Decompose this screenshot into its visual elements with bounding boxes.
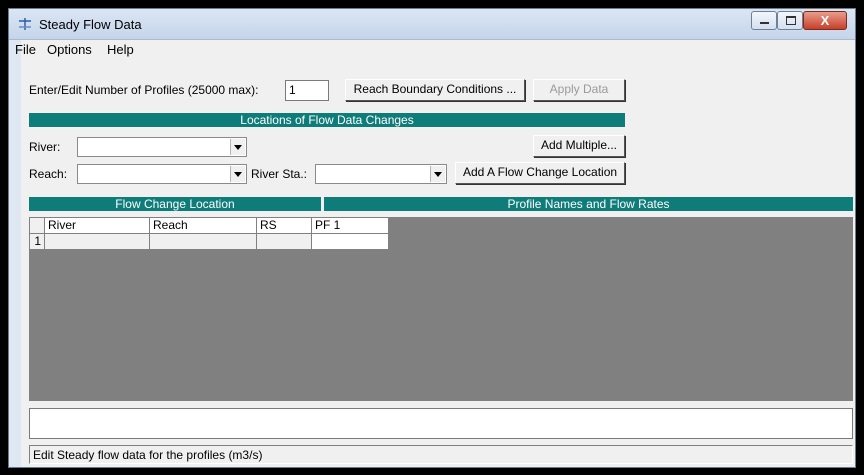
table-header-row: River Reach RS PF 1	[29, 217, 389, 234]
steady-flow-window: Steady Flow Data X File Options Help Ent…	[8, 8, 856, 468]
column-header-rs[interactable]: RS	[256, 217, 312, 234]
menu-bar: File Options Help	[9, 40, 855, 58]
close-icon: X	[820, 13, 830, 28]
profiles-count-label: Enter/Edit Number of Profiles (25000 max…	[29, 83, 259, 97]
minimize-button[interactable]	[751, 11, 777, 30]
flow-data-table: River Reach RS PF 1 1	[29, 217, 389, 250]
message-box[interactable]	[29, 408, 853, 439]
window-title: Steady Flow Data	[39, 17, 142, 32]
chevron-down-icon[interactable]	[230, 139, 245, 155]
cell-reach[interactable]	[149, 233, 257, 250]
chevron-down-icon[interactable]	[430, 166, 445, 182]
steady-flow-app-icon	[19, 18, 31, 30]
status-bar: Edit Steady flow data for the profiles (…	[29, 445, 853, 464]
table-row: 1	[29, 233, 389, 250]
column-header-pf1[interactable]: PF 1	[311, 217, 389, 234]
add-multiple-button[interactable]: Add Multiple...	[533, 135, 625, 157]
river-select[interactable]	[77, 137, 247, 157]
river-station-select[interactable]	[315, 164, 447, 184]
left-window-edge	[9, 40, 21, 467]
maximize-button[interactable]	[777, 11, 803, 30]
corner-cell	[29, 217, 45, 234]
river-station-label: River Sta.:	[251, 167, 308, 181]
menu-options[interactable]: Options	[47, 42, 92, 57]
column-header-reach[interactable]: Reach	[149, 217, 257, 234]
cell-river[interactable]	[44, 233, 150, 250]
chevron-down-icon[interactable]	[230, 166, 245, 182]
profile-names-header: Profile Names and Flow Rates	[324, 197, 853, 211]
locations-header: Locations of Flow Data Changes	[29, 113, 625, 127]
flow-change-location-header: Flow Change Location	[29, 197, 321, 211]
menu-file[interactable]: File	[15, 42, 36, 57]
add-flow-change-location-button[interactable]: Add A Flow Change Location	[455, 162, 625, 184]
reach-boundary-conditions-button[interactable]: Reach Boundary Conditions ...	[345, 79, 525, 101]
cell-pf1[interactable]	[311, 233, 389, 250]
close-button[interactable]: X	[803, 11, 847, 30]
menu-help[interactable]: Help	[107, 42, 134, 57]
reach-select[interactable]	[77, 164, 247, 184]
profiles-count-input[interactable]: 1	[285, 80, 329, 101]
cell-rs[interactable]	[256, 233, 312, 250]
title-bar[interactable]: Steady Flow Data X	[9, 9, 855, 40]
apply-data-button[interactable]: Apply Data	[533, 79, 625, 101]
flow-data-grid[interactable]: River Reach RS PF 1 1	[29, 217, 853, 401]
row-number[interactable]: 1	[29, 233, 45, 250]
river-label: River:	[29, 140, 61, 154]
column-header-river[interactable]: River	[44, 217, 150, 234]
reach-label: Reach:	[29, 167, 68, 181]
